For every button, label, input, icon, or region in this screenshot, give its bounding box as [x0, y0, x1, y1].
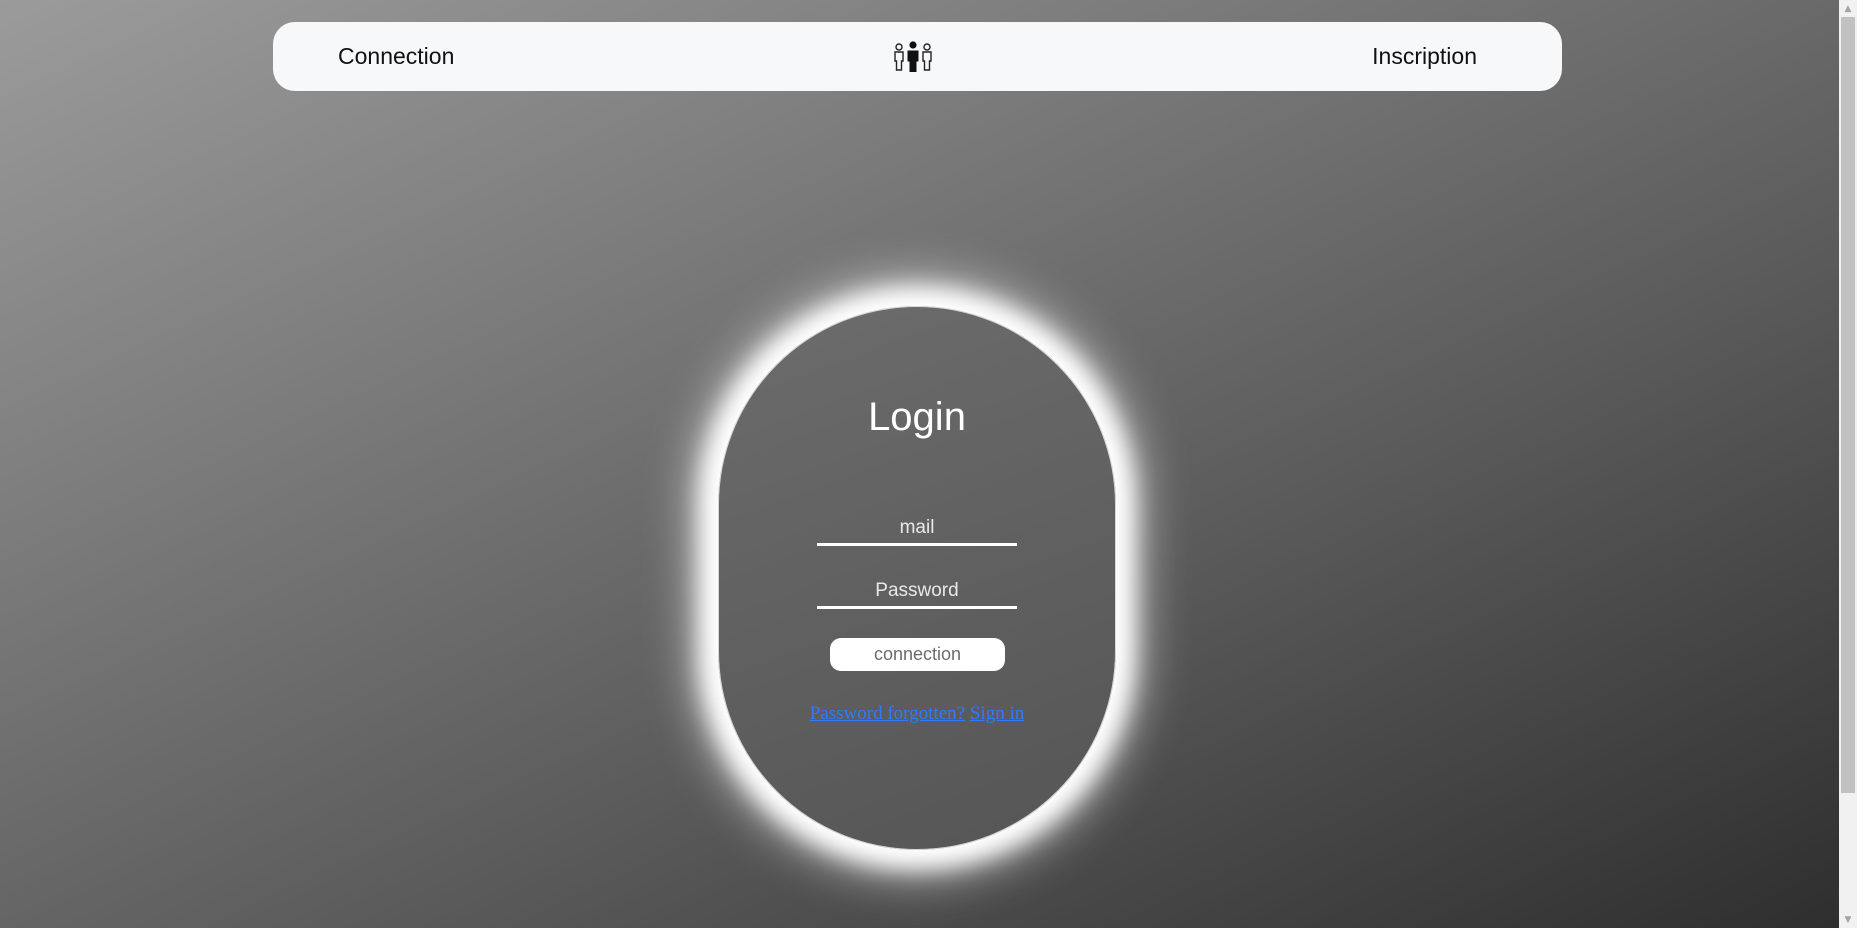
scroll-down-arrow-icon[interactable]: ▼ — [1839, 911, 1857, 928]
people-group-icon[interactable] — [892, 41, 934, 73]
nav-connection-link[interactable]: Connection — [338, 22, 454, 91]
password-input[interactable] — [817, 575, 1017, 609]
nav-inscription-link[interactable]: Inscription — [1372, 22, 1477, 91]
vertical-scrollbar[interactable]: ▲ ▼ — [1839, 0, 1857, 928]
connection-button[interactable]: connection — [830, 638, 1005, 671]
page: Connection Inscription Login connection … — [0, 0, 1839, 928]
scroll-up-arrow-icon[interactable]: ▲ — [1839, 0, 1857, 17]
scrollbar-thumb[interactable] — [1841, 17, 1855, 793]
login-links: Password forgotten? Sign in — [719, 703, 1115, 725]
top-navbar: Connection Inscription — [273, 22, 1562, 91]
login-card: Login connection Password forgotten? Sig… — [718, 306, 1116, 850]
password-forgotten-link[interactable]: Password forgotten? — [810, 703, 965, 724]
login-title: Login — [868, 395, 966, 439]
mail-input[interactable] — [817, 512, 1017, 546]
sign-in-link[interactable]: Sign in — [970, 703, 1024, 724]
